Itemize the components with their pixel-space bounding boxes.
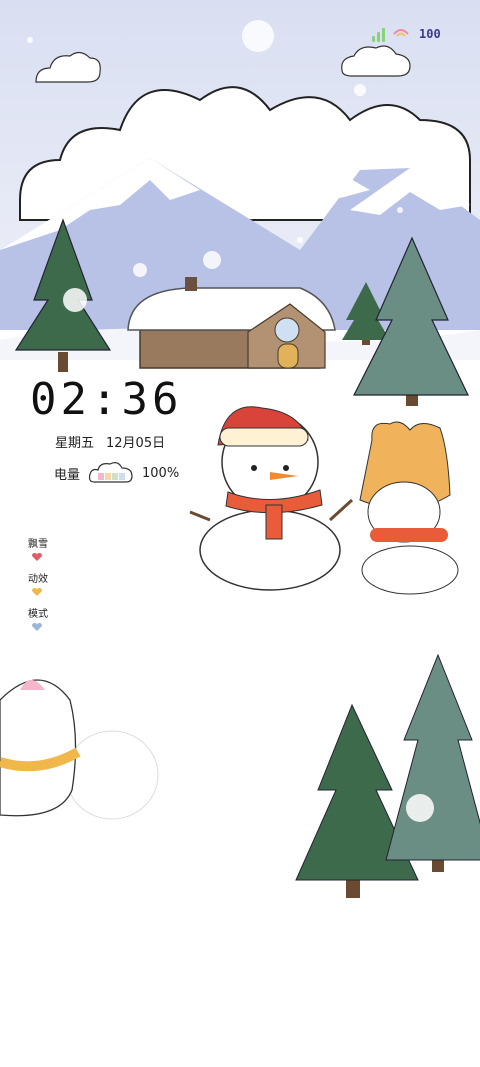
battery-percent: 100% (142, 465, 180, 481)
menu-label: 动效 (28, 574, 48, 585)
signal-icon (372, 26, 385, 42)
effect-menu: 飘雪 动效 模式 (28, 535, 48, 637)
status-bar: 100 (372, 24, 443, 44)
heart-icon (32, 588, 42, 596)
clock-time[interactable]: 02:36 (30, 378, 182, 422)
wifi-icon (393, 29, 409, 37)
heart-icon (32, 553, 42, 561)
menu-item-animation[interactable]: 动效 (28, 570, 48, 602)
winter-wallpaper (0, 0, 480, 1067)
menu-label: 模式 (28, 609, 48, 620)
cloud-battery-icon (88, 462, 133, 483)
battery-level: 100 (419, 27, 441, 41)
menu-label: 飘雪 (28, 539, 48, 550)
date: 12月05日 (106, 436, 166, 451)
heart-icon (32, 623, 42, 631)
menu-item-mode[interactable]: 模式 (28, 605, 48, 637)
menu-item-snowfall[interactable]: 飘雪 (28, 535, 48, 567)
weekday: 星期五 (55, 436, 95, 451)
battery-label: 电量 (54, 467, 81, 483)
battery-widget: 电量 100% (54, 460, 179, 486)
date-row: 星期五 12月05日 (55, 432, 165, 451)
